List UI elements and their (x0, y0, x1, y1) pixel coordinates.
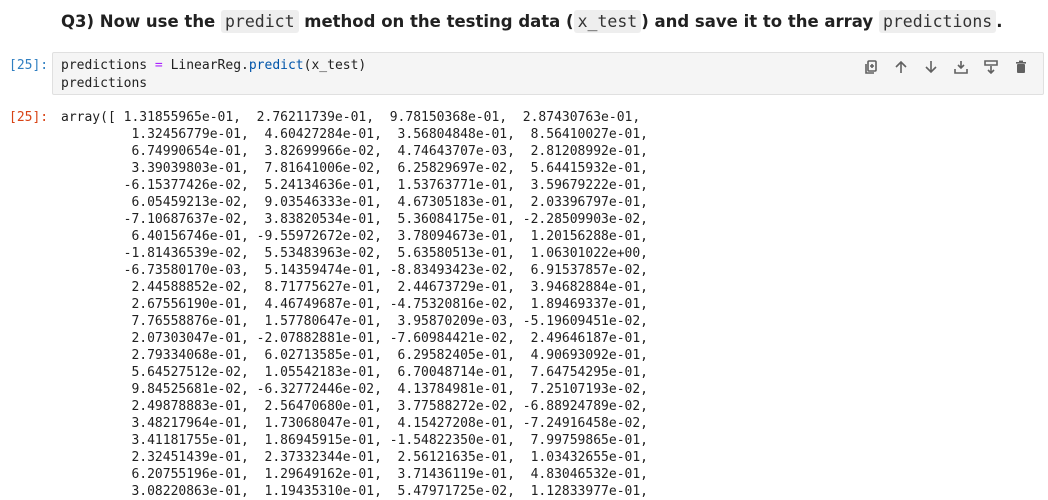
insert-below-button[interactable] (979, 57, 1003, 77)
heading-text: . (996, 12, 1003, 31)
code-editor[interactable]: predictions = LinearReg.predict(x_test) … (61, 57, 366, 93)
arrow-down-icon (925, 61, 937, 74)
output-line: 2.44588852e-02, 8.71775627e-01, 2.446737… (61, 280, 648, 295)
markdown-heading: Q3) Now use the predict method on the te… (61, 9, 1003, 35)
code-token: predictions (61, 58, 155, 73)
copy-icon (865, 60, 877, 74)
output-line: 2.32451439e-01, 2.37332344e-01, 2.561216… (61, 450, 648, 465)
trash-icon (1016, 60, 1026, 73)
delete-cell-button[interactable] (1009, 57, 1033, 77)
output-line: array([ 1.31855965e-01, 2.76211739e-01, … (61, 110, 641, 125)
output-line: 6.74990654e-01, 3.82699966e-02, 4.746437… (61, 144, 648, 159)
duplicate-cell-button[interactable] (859, 57, 883, 77)
input-prompt: [25]: (9, 58, 49, 73)
output-line: 2.67556190e-01, 4.46749687e-01, -4.75320… (61, 297, 648, 312)
inline-code-predict: predict (221, 10, 299, 33)
code-token: (x_test) (303, 58, 367, 73)
output-prompt: [25]: (9, 110, 49, 125)
code-token: LinearReg. (162, 58, 249, 73)
output-line: 2.79334068e-01, 6.02713585e-01, 6.295824… (61, 348, 648, 363)
code-cell-input[interactable]: predictions = LinearReg.predict(x_test) … (52, 52, 1044, 95)
insert-above-icon (954, 61, 968, 74)
output-line: 2.07303047e-01, -2.07882881e-01, -7.6098… (61, 331, 648, 346)
output-line: 7.76558876e-01, 1.57780647e-01, 3.958702… (61, 314, 648, 329)
output-line: 6.05459213e-02, 9.03546333e-01, 4.673051… (61, 195, 648, 210)
code-token-method: predict (248, 58, 304, 73)
cell-output: array([ 1.31855965e-01, 2.76211739e-01, … (61, 109, 648, 500)
move-up-button[interactable] (889, 57, 913, 77)
heading-text: ) and save it to the array (641, 12, 879, 31)
output-line: 5.64527512e-02, 1.05542183e-01, 6.700487… (61, 365, 648, 380)
output-line: 1.32456779e-01, 4.60427284e-01, 3.568048… (61, 127, 648, 142)
output-line: 3.48217964e-01, 1.73068047e-01, 4.154272… (61, 416, 648, 431)
output-line: -6.15377426e-02, 5.24134636e-01, 1.53763… (61, 178, 648, 193)
code-token-operator: = (154, 58, 163, 73)
output-line: -6.73580170e-03, 5.14359474e-01, -8.8349… (61, 263, 648, 278)
output-line: 2.49878883e-01, 2.56470680e-01, 3.775882… (61, 399, 648, 414)
output-line: 3.39039803e-01, 7.81641006e-02, 6.258296… (61, 161, 648, 176)
cell-toolbar (859, 57, 1033, 77)
insert-above-button[interactable] (949, 57, 973, 77)
output-line: -7.10687637e-02, 3.83820534e-01, 5.36084… (61, 212, 648, 227)
arrow-up-icon (895, 60, 907, 73)
inline-code-predictions: predictions (878, 10, 997, 33)
code-token: predictions (61, 76, 148, 91)
heading-text: method on the testing data ( (298, 12, 574, 31)
output-line: 3.41181755e-01, 1.86945915e-01, -1.54822… (61, 433, 648, 448)
move-down-button[interactable] (919, 57, 943, 77)
output-line: 6.40156746e-01, -9.55972672e-02, 3.78094… (61, 229, 648, 244)
heading-text: Q3) Now use the (61, 12, 221, 31)
output-line: -1.81436539e-02, 5.53483963e-02, 5.63580… (61, 246, 648, 261)
output-line: 9.84525681e-02, -6.32772446e-02, 4.13784… (61, 382, 648, 397)
insert-below-icon (984, 60, 998, 74)
output-line: 6.20755196e-01, 1.29649162e-01, 3.714361… (61, 467, 648, 482)
inline-code-x-test: x_test (573, 10, 642, 33)
